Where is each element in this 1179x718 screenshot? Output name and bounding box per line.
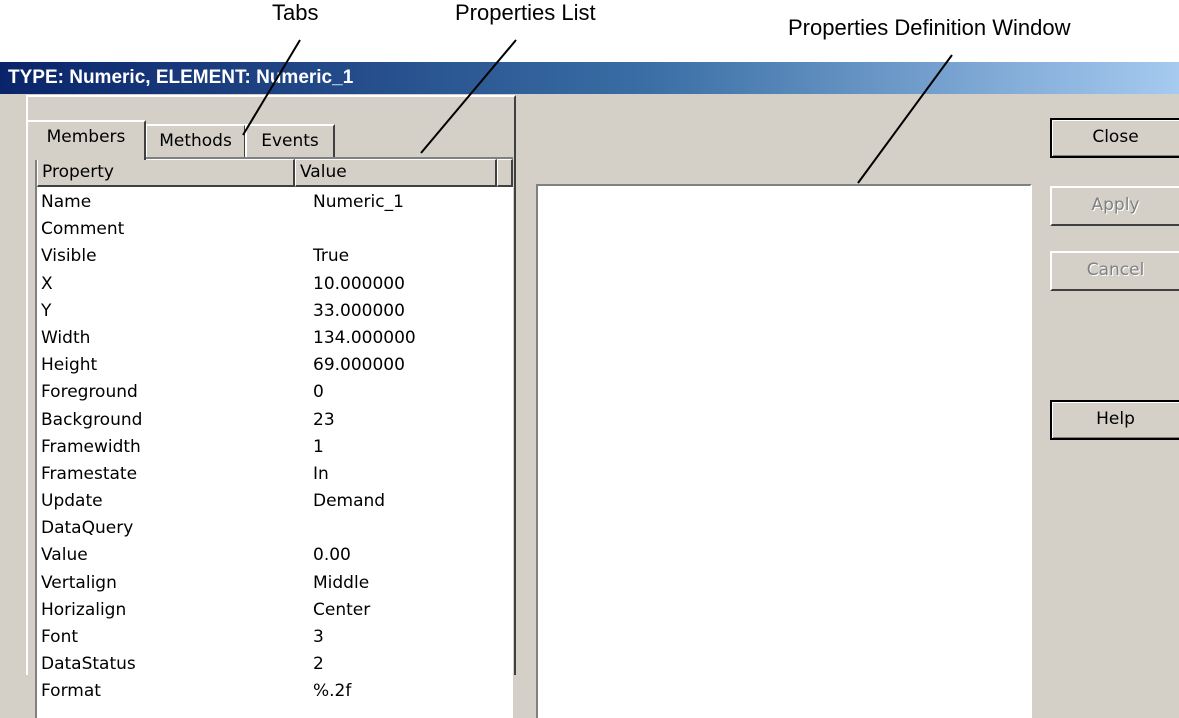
property-value: Numeric_1 xyxy=(313,192,404,212)
tab-methods-label: Methods xyxy=(159,131,232,151)
column-header-filler xyxy=(497,159,513,187)
property-row[interactable]: Comment xyxy=(37,216,513,243)
property-row[interactable]: DataStatus 2 xyxy=(37,651,513,678)
tab-events[interactable]: Events xyxy=(245,124,335,158)
callout-properties-list: Properties List xyxy=(455,0,596,25)
help-button[interactable]: Help xyxy=(1050,400,1179,440)
property-row[interactable]: Framestate In xyxy=(37,461,513,488)
property-value: 2 xyxy=(313,654,324,675)
property-row[interactable]: Update Demand xyxy=(37,488,513,515)
property-name: X xyxy=(41,273,53,294)
property-value: Demand xyxy=(313,491,386,512)
callout-properties-definition-window: Properties Definition Window xyxy=(788,15,1071,40)
property-row[interactable]: Vertalign Middle xyxy=(37,570,513,597)
tab-events-label: Events xyxy=(261,131,319,151)
property-name: Foreground xyxy=(41,382,138,403)
property-name: Visible xyxy=(41,246,97,267)
properties-list[interactable]: Property Value Name Numeric_1 Comment Visib… xyxy=(35,157,513,718)
property-name: Y xyxy=(41,300,52,321)
property-name: Framestate xyxy=(41,463,138,484)
close-button-label: Close xyxy=(1092,127,1139,147)
property-value: In xyxy=(313,463,329,484)
property-name: DataStatus xyxy=(41,654,136,675)
property-value: 0 xyxy=(313,382,324,403)
property-value: 0.00 xyxy=(313,545,351,566)
property-row[interactable]: Foreground 0 xyxy=(37,379,513,406)
property-value: 23 xyxy=(313,409,335,430)
property-value: 10.000000 xyxy=(313,273,405,294)
help-button-label: Help xyxy=(1096,409,1135,429)
property-row[interactable]: DataQuery xyxy=(37,515,513,542)
property-name: Comment xyxy=(41,219,125,240)
property-row[interactable]: Width 134.000000 xyxy=(37,325,513,352)
property-row[interactable]: Horizalign Center xyxy=(37,597,513,624)
tab-methods[interactable]: Methods xyxy=(145,124,246,158)
property-value: 134.000000 xyxy=(313,327,416,348)
property-value: 33.000000 xyxy=(313,300,405,321)
property-row[interactable]: Value 0.00 xyxy=(37,542,513,569)
property-row[interactable]: X 10.000000 xyxy=(37,271,513,298)
close-button[interactable]: Close xyxy=(1050,118,1179,158)
property-value: 1 xyxy=(313,436,324,457)
window-title: TYPE: Numeric, ELEMENT: Numeric_1 xyxy=(8,67,354,88)
property-row[interactable]: Font 3 xyxy=(37,624,513,651)
annotated-screenshot: Tabs Properties List Properties Definiti… xyxy=(0,0,1179,718)
property-row[interactable]: Background 23 xyxy=(37,407,513,434)
property-value: 69.000000 xyxy=(313,355,405,376)
tab-members-label: Members xyxy=(46,127,126,147)
properties-definition-window[interactable] xyxy=(536,184,1032,718)
property-value: 3 xyxy=(313,627,324,647)
property-row[interactable]: Height 69.000000 xyxy=(37,352,513,379)
property-name: Name xyxy=(41,192,92,212)
property-name: Framewidth xyxy=(41,436,141,457)
property-name: Background xyxy=(41,409,143,430)
property-name: Font xyxy=(41,627,79,647)
property-name: Width xyxy=(41,327,91,348)
property-row[interactable]: Visible True xyxy=(37,243,513,270)
property-name: Height xyxy=(41,355,98,376)
cancel-button[interactable]: Cancel xyxy=(1050,251,1179,291)
property-name: Update xyxy=(41,491,103,512)
property-name: Vertalign xyxy=(41,572,117,593)
callout-tabs: Tabs xyxy=(272,0,319,25)
apply-button[interactable]: Apply xyxy=(1050,186,1179,226)
property-value: True xyxy=(313,246,350,267)
apply-button-label: Apply xyxy=(1091,195,1140,215)
cancel-button-label: Cancel xyxy=(1086,260,1145,280)
property-value: %.2f xyxy=(313,681,352,702)
column-header-property[interactable]: Property xyxy=(37,159,295,187)
column-header-property-label: Property xyxy=(42,162,114,182)
property-value: Middle xyxy=(313,572,370,593)
property-value: Center xyxy=(313,599,371,620)
properties-list-header: Property Value xyxy=(37,159,513,187)
property-row[interactable]: Framewidth 1 xyxy=(37,434,513,461)
properties-rows: Name Numeric_1 Comment Visible True X 10.00000… xyxy=(37,189,513,706)
property-name: Format xyxy=(41,681,101,702)
property-row[interactable]: Name Numeric_1 xyxy=(37,189,513,216)
column-header-value-label: Value xyxy=(300,162,347,182)
property-name: DataQuery xyxy=(41,518,134,539)
tab-members[interactable]: Members xyxy=(26,120,146,160)
column-header-value[interactable]: Value xyxy=(295,159,497,187)
title-bar[interactable]: TYPE: Numeric, ELEMENT: Numeric_1 xyxy=(0,62,1179,94)
property-row[interactable]: Format %.2f xyxy=(37,678,513,705)
property-row[interactable]: Y 33.000000 xyxy=(37,298,513,325)
property-name: Horizalign xyxy=(41,599,127,620)
property-name: Value xyxy=(41,545,88,566)
